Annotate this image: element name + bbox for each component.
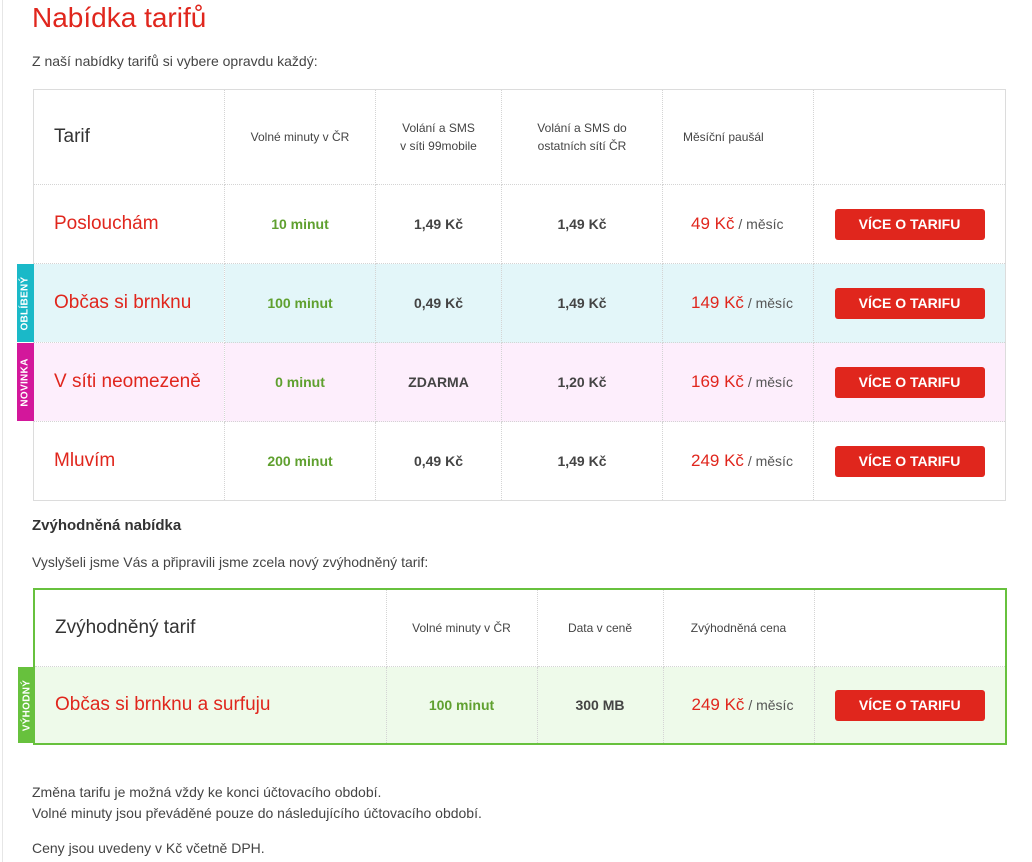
tariff-minutes: 10 minut — [224, 184, 376, 264]
header-special-tarif: Zvýhodněný tarif — [34, 589, 387, 667]
tariff-price: 249 Kč / měsíc — [662, 421, 814, 501]
tariff-calls-other: 1,49 Kč — [501, 184, 663, 264]
header-action — [813, 89, 1006, 185]
special-tariff-action-cell: VÍCE O TARIFU — [814, 666, 1006, 744]
tariff-minutes: 0 minut — [224, 342, 376, 422]
special-offer-intro: Vyslyšeli jsme Vás a připravili jsme zce… — [32, 554, 429, 570]
tariff-price-amount: 169 Kč — [691, 372, 744, 391]
new-badge: NOVINKA — [17, 343, 34, 421]
popular-badge: OBLÍBENÝ — [17, 264, 34, 342]
tariff-table-header: Tarif Volné minuty v ČR Volání a SMS v s… — [33, 89, 1006, 185]
tariff-name: Poslouchám — [33, 184, 225, 264]
header-calls-99-line1: Volání a SMS — [402, 121, 475, 135]
advantage-badge: VÝHODNÝ — [18, 667, 35, 743]
special-table-header: Zvýhodněný tarif Volné minuty v ČR Data … — [34, 589, 1006, 667]
tariff-price-unit: / měsíc — [747, 374, 793, 390]
more-about-tariff-button[interactable]: VÍCE O TARIFU — [834, 366, 985, 398]
tariff-name: V síti neomezeně — [54, 371, 201, 392]
tariff-price-unit: / měsíc — [738, 216, 784, 232]
special-tariff-row: VÝHODNÝ Občas si brnknu a surfuju 100 mi… — [18, 666, 1006, 744]
new-badge-label: NOVINKA — [20, 357, 31, 407]
tariff-minutes: 200 minut — [224, 421, 376, 501]
tariff-row: NOVINKA V síti neomezeně 0 minut ZDARMA … — [17, 342, 1006, 422]
tariff-row: OBLÍBENÝ Občas si brnknu 100 minut 0,49 … — [17, 263, 1006, 343]
tariff-action-cell: VÍCE O TARIFU — [813, 342, 1006, 422]
tariff-price-unit: / měsíc — [747, 453, 793, 469]
special-tariff-name-cell: VÝHODNÝ Občas si brnknu a surfuju — [18, 666, 387, 744]
tariff-name-cell: OBLÍBENÝ Občas si brnknu — [17, 263, 225, 343]
tariff-name: Mluvím — [33, 421, 225, 501]
tariff-calls-99: 0,49 Kč — [375, 421, 502, 501]
tariff-calls-99: 0,49 Kč — [375, 263, 502, 343]
tariff-calls-99: 1,49 Kč — [375, 184, 502, 264]
tariff-price: 169 Kč / měsíc — [662, 342, 814, 422]
special-tariff-table: Zvýhodněný tarif Volné minuty v ČR Data … — [18, 588, 1007, 745]
header-calls-other-line1: Volání a SMS do — [537, 121, 627, 135]
more-about-special-tariff-button[interactable]: VÍCE O TARIFU — [834, 689, 985, 721]
header-minutes: Volné minuty v ČR — [224, 89, 376, 185]
special-tariff-minutes: 100 minut — [386, 666, 538, 744]
special-tariff-data: 300 MB — [537, 666, 664, 744]
special-tariff-price-unit: / měsíc — [748, 697, 794, 713]
tariff-table: Tarif Volné minuty v ČR Volání a SMS v s… — [17, 89, 1006, 501]
tariff-row: Poslouchám 10 minut 1,49 Kč 1,49 Kč 49 K… — [33, 184, 1006, 264]
header-calls-other-line2: ostatních sítí ČR — [537, 139, 627, 153]
note-prices-vat: Ceny jsou uvedeny v Kč včetně DPH. — [32, 840, 265, 856]
tariff-calls-other: 1,20 Kč — [501, 342, 663, 422]
special-offer-title: Zvýhodněná nabídka — [32, 517, 182, 534]
page-intro: Z naší nabídky tarifů si vybere opravdu … — [32, 53, 318, 69]
header-special-data: Data v ceně — [537, 589, 664, 667]
header-special-action — [814, 589, 1006, 667]
note-tariff-change: Změna tarifu je možná vždy ke konci účto… — [32, 784, 382, 800]
tariff-calls-other: 1,49 Kč — [501, 263, 663, 343]
tariff-row: Mluvím 200 minut 0,49 Kč 1,49 Kč 249 Kč … — [33, 421, 1006, 501]
tariff-calls-99: ZDARMA — [375, 342, 502, 422]
header-special-minutes: Volné minuty v ČR — [386, 589, 538, 667]
more-about-tariff-button[interactable]: VÍCE O TARIFU — [834, 287, 985, 319]
header-monthly: Měsíční paušál — [662, 89, 814, 185]
tariff-action-cell: VÍCE O TARIFU — [814, 422, 1006, 501]
tariff-calls-other: 1,49 Kč — [501, 421, 663, 501]
special-tariff-price-amount: 249 Kč — [691, 695, 745, 714]
tariff-price: 149 Kč / měsíc — [662, 263, 814, 343]
header-calls-99-line2: v síti 99mobile — [400, 139, 477, 153]
more-about-tariff-button[interactable]: VÍCE O TARIFU — [834, 208, 985, 240]
tariff-action-cell: VÍCE O TARIFU — [813, 184, 1006, 264]
tariff-name: Občas si brnknu — [54, 292, 192, 313]
tariff-price: 49 Kč / měsíc — [662, 184, 814, 264]
page-title: Nabídka tarifů — [32, 2, 207, 33]
tariff-action-cell: VÍCE O TARIFU — [813, 263, 1006, 343]
more-about-tariff-button[interactable]: VÍCE O TARIFU — [834, 445, 985, 477]
advantage-badge-label: VÝHODNÝ — [21, 679, 32, 731]
special-tariff-price: 249 Kč / měsíc — [663, 666, 815, 744]
tariff-minutes: 100 minut — [224, 263, 376, 343]
note-free-minutes: Volné minuty jsou převáděné pouze do nás… — [32, 805, 482, 821]
popular-badge-label: OBLÍBENÝ — [20, 275, 32, 331]
special-tariff-name: Občas si brnknu a surfuju — [55, 694, 271, 715]
tariff-price-unit: / měsíc — [747, 295, 793, 311]
tariff-price-amount: 49 Kč — [691, 214, 735, 233]
header-calls-other: Volání a SMS do ostatních sítí ČR — [501, 89, 663, 185]
header-tarif: Tarif — [33, 89, 225, 185]
tariff-name-cell: NOVINKA V síti neomezeně — [17, 342, 225, 422]
tariff-price-amount: 249 Kč — [691, 451, 744, 470]
page-left-border — [2, 0, 3, 862]
tariff-price-amount: 149 Kč — [691, 293, 744, 312]
header-special-price: Zvýhodněná cena — [663, 589, 815, 667]
header-calls-99: Volání a SMS v síti 99mobile — [375, 89, 502, 185]
